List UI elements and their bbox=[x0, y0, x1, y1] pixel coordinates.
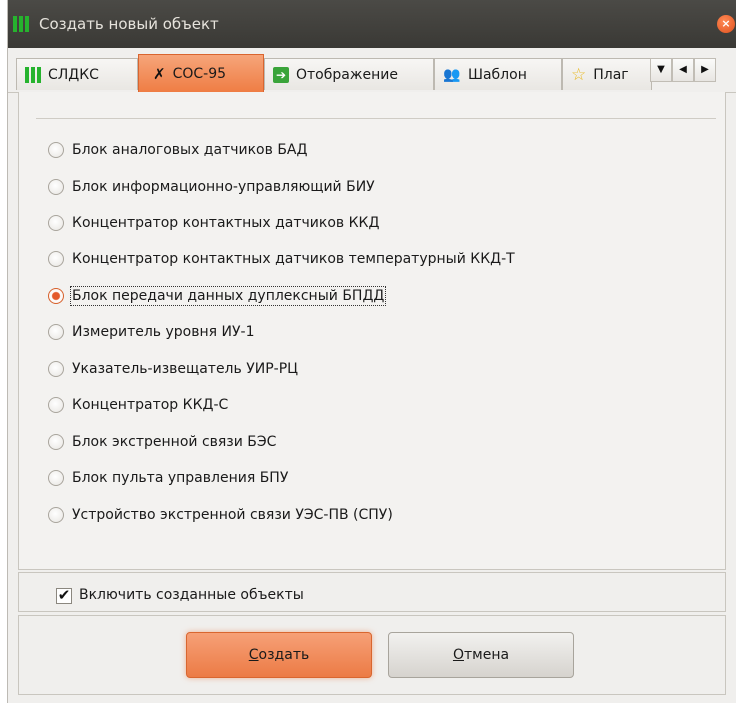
tab-label: Шаблон bbox=[468, 66, 527, 83]
star-icon: ☆ bbox=[571, 64, 587, 85]
option-label: Блок передачи данных дуплексный БПДД bbox=[69, 286, 387, 306]
app-icon bbox=[13, 16, 29, 32]
option-label: Концентратор ККД-С bbox=[72, 397, 229, 413]
tab-sldks[interactable]: СЛДКС bbox=[16, 58, 138, 90]
radio-option[interactable]: Устройство экстренной связи УЭС-ПВ (СПУ) bbox=[48, 503, 393, 527]
option-label: Измеритель уровня ИУ-1 bbox=[72, 324, 255, 340]
radio-option[interactable]: Концентратор контактных датчиков темпера… bbox=[48, 247, 515, 271]
tab-label: СОС-95 bbox=[172, 65, 227, 82]
cancel-mnemonic: О bbox=[452, 647, 464, 663]
radio-button[interactable] bbox=[48, 179, 64, 195]
cancel-label: тмена bbox=[463, 647, 510, 663]
tab-scroll-left-icon[interactable]: ◀ bbox=[672, 58, 694, 82]
radio-button[interactable] bbox=[48, 361, 64, 377]
antenna-icon: ✗ bbox=[153, 64, 166, 83]
radio-option[interactable]: Концентратор контактных датчиков ККД bbox=[48, 211, 379, 235]
radio-button[interactable] bbox=[48, 251, 64, 267]
button-bar bbox=[18, 615, 726, 695]
enable-created-label[interactable]: Включить созданные объекты bbox=[79, 587, 304, 603]
option-label: Концентратор контактных датчиков темпера… bbox=[72, 251, 515, 267]
option-label: Устройство экстренной связи УЭС-ПВ (СПУ) bbox=[72, 507, 393, 523]
tab-plugins[interactable]: ☆ Плаг bbox=[562, 58, 652, 90]
radio-option[interactable]: Указатель-извещатель УИР-РЦ bbox=[48, 357, 298, 381]
tab-bar: СЛДКС ✗ СОС-95 ➔ Отображение 👥 Шаблон ☆ … bbox=[8, 52, 736, 93]
tab-menu-chevron-down-icon[interactable]: ▼ bbox=[650, 58, 672, 82]
people-icon: 👥 bbox=[443, 66, 461, 83]
radio-option[interactable]: Блок аналоговых датчиков БАД bbox=[48, 138, 307, 162]
radio-button[interactable] bbox=[48, 324, 64, 340]
tab-sos-95[interactable]: ✗ СОС-95 bbox=[138, 54, 264, 92]
tab-label: Плаг bbox=[593, 66, 629, 83]
radio-option[interactable]: Блок информационно-управляющий БИУ bbox=[48, 175, 375, 199]
tab-template[interactable]: 👥 Шаблон bbox=[434, 58, 562, 90]
close-icon[interactable]: × bbox=[717, 15, 735, 33]
tab-label: СЛДКС bbox=[48, 66, 99, 83]
radio-button[interactable] bbox=[48, 470, 64, 486]
radio-button[interactable] bbox=[48, 215, 64, 231]
radio-option[interactable]: Блок пульта управления БПУ bbox=[48, 466, 288, 490]
window-title: Создать новый объект bbox=[39, 15, 219, 33]
title-bar[interactable]: Создать новый объект × bbox=[8, 0, 736, 48]
cancel-button[interactable]: Отмена bbox=[388, 632, 574, 678]
radio-button[interactable] bbox=[48, 397, 64, 413]
create-label: оздать bbox=[258, 647, 310, 663]
option-label: Указатель-извещатель УИР-РЦ bbox=[72, 361, 299, 377]
option-label: Блок информационно-управляющий БИУ bbox=[72, 179, 375, 195]
tab-scroll-right-icon[interactable]: ▶ bbox=[694, 58, 716, 82]
radio-button-checked[interactable] bbox=[48, 288, 64, 304]
radio-option[interactable]: Концентратор ККД-С bbox=[48, 393, 228, 417]
option-label: Блок экстренной связи БЭС bbox=[72, 434, 277, 450]
radio-button[interactable] bbox=[48, 142, 64, 158]
radio-button[interactable] bbox=[48, 434, 64, 450]
option-label: Блок пульта управления БПУ bbox=[72, 470, 289, 486]
option-label: Блок аналоговых датчиков БАД bbox=[72, 142, 308, 158]
radio-option[interactable]: Блок экстренной связи БЭС bbox=[48, 430, 276, 454]
radio-button[interactable] bbox=[48, 507, 64, 523]
tab-display[interactable]: ➔ Отображение bbox=[264, 58, 434, 90]
dialog-window: Создать новый объект × СЛДКС ✗ СОС-95 ➔ … bbox=[8, 0, 736, 703]
radio-option-selected[interactable]: Блок передачи данных дуплексный БПДД bbox=[48, 284, 387, 308]
create-mnemonic: С bbox=[248, 647, 259, 663]
tab-label: Отображение bbox=[296, 66, 398, 83]
sldks-icon bbox=[25, 66, 41, 83]
create-button[interactable]: Создать bbox=[186, 632, 372, 678]
enable-created-checkbox[interactable]: ✔ bbox=[56, 588, 72, 604]
arrow-right-icon: ➔ bbox=[273, 66, 289, 83]
option-label: Концентратор контактных датчиков ККД bbox=[72, 215, 380, 231]
radio-option[interactable]: Измеритель уровня ИУ-1 bbox=[48, 320, 254, 344]
